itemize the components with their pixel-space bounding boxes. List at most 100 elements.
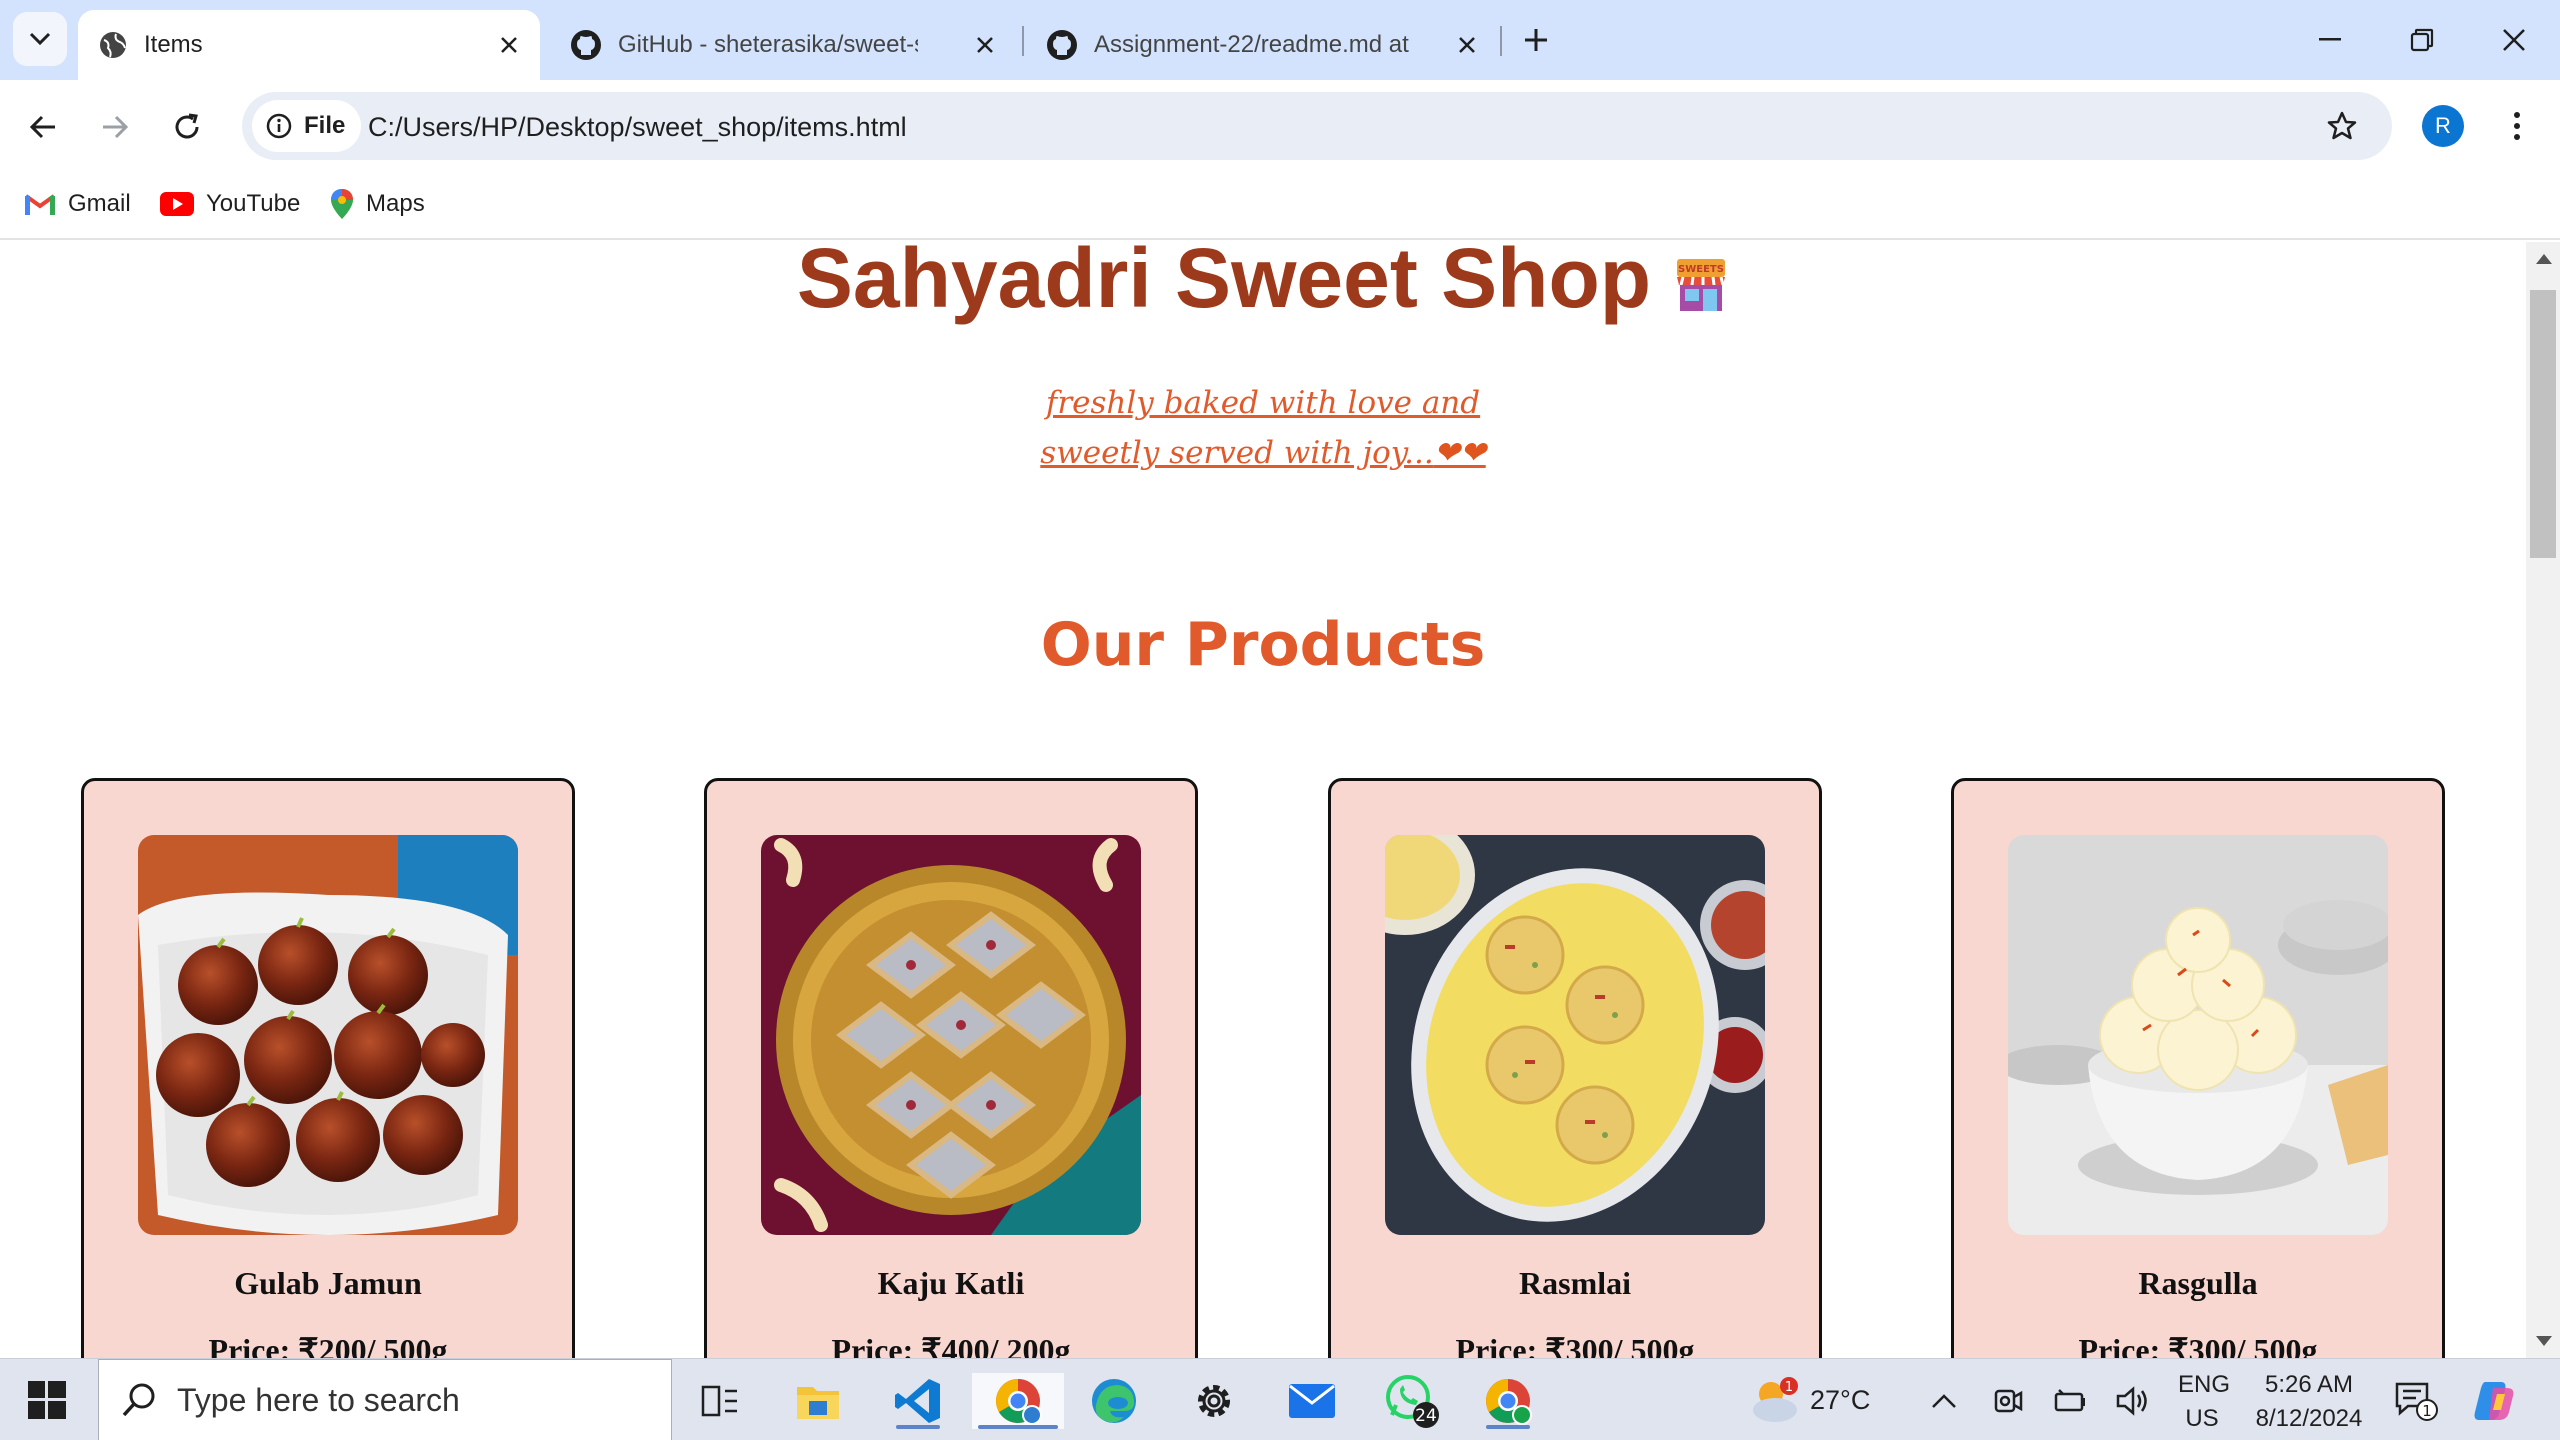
product-card: Rasmlai Price: ₹300/ 500g (1328, 778, 1822, 1358)
close-tab-button[interactable] (496, 32, 522, 58)
minimize-button[interactable] (2306, 16, 2354, 64)
scrollbar-thumb[interactable] (2530, 290, 2556, 558)
search-icon (122, 1383, 155, 1417)
reload-button[interactable] (164, 104, 210, 150)
folder-icon (797, 1387, 839, 1419)
github-icon (1047, 30, 1077, 60)
back-button[interactable] (20, 104, 66, 150)
tab-assignment-readme[interactable]: Assignment-22/readme.md at m (1026, 10, 1498, 80)
browser-menu-button[interactable] (2500, 104, 2534, 148)
page-scrollbar[interactable] (2526, 242, 2560, 1358)
temperature-label: 27°C (1810, 1385, 1871, 1415)
page-title-text: Sahyadri Sweet Shop (796, 242, 1652, 325)
scroll-up-arrow-icon[interactable] (2536, 254, 2552, 264)
chevron-down-icon (29, 32, 51, 46)
rasmalai-photo (1385, 835, 1765, 1235)
tab-separator (1500, 26, 1502, 56)
product-card: Kaju Katli Price: ₹400/ 200g (704, 778, 1198, 1358)
site-info-chip[interactable]: File (252, 100, 362, 152)
tab-github-sweet-shop[interactable]: GitHub - sheterasika/sweet-sho (550, 10, 1016, 80)
tab-items[interactable]: Items (78, 10, 540, 80)
show-hidden-icons-button[interactable] (1914, 1373, 1974, 1429)
product-name: Gulab Jamun (234, 1265, 422, 1301)
minimize-icon (2319, 38, 2341, 41)
rasgulla-photo (2008, 835, 2388, 1235)
restore-icon (2410, 28, 2434, 52)
restore-button[interactable] (2398, 16, 2446, 64)
file-explorer-button[interactable] (790, 1373, 846, 1429)
new-tab-button[interactable] (1516, 20, 1556, 60)
meet-now-button[interactable] (1978, 1373, 2038, 1429)
notification-count: 1 (2422, 1402, 2432, 1420)
notifications-button[interactable]: 1 (2386, 1373, 2446, 1429)
region-label[interactable]: US (2178, 1405, 2226, 1433)
product-name: Rasgulla (2138, 1265, 2258, 1301)
close-tab-button[interactable] (1454, 32, 1480, 58)
tagline: freshly baked with love and sweetly serv… (0, 378, 2526, 478)
gmail-icon (24, 193, 56, 215)
scroll-down-arrow-icon[interactable] (2536, 1336, 2552, 1346)
forward-button[interactable] (92, 104, 138, 150)
chrome-button[interactable] (972, 1373, 1064, 1429)
clock-date[interactable]: 8/12/2024 (2244, 1405, 2374, 1433)
tagline-line-1: freshly baked with love and (1045, 385, 1481, 421)
language-label[interactable]: ENG (2178, 1371, 2230, 1399)
weather-widget[interactable]: 1 (1746, 1373, 1802, 1429)
bookmark-maps[interactable]: Maps (330, 184, 425, 224)
product-price: Price: ₹200/ 500g (208, 1332, 448, 1358)
close-icon (1459, 37, 1475, 53)
windows-taskbar: Type here to search 24 1 27°C ENG US 5:2… (0, 1358, 2560, 1440)
product-name: Rasmlai (1519, 1265, 1631, 1301)
page-title: Sahyadri Sweet Shop SWEETS (0, 242, 2526, 333)
copilot-button[interactable] (2464, 1373, 2524, 1429)
taskbar-search[interactable]: Type here to search (98, 1359, 672, 1440)
youtube-icon (160, 192, 194, 216)
close-window-button[interactable] (2490, 16, 2538, 64)
battery-indicator[interactable] (2040, 1373, 2100, 1429)
more-vertical-icon (2514, 112, 2520, 140)
volume-button[interactable] (2102, 1373, 2162, 1429)
whatsapp-button[interactable]: 24 (1384, 1373, 1440, 1429)
chrome-icon (996, 1379, 1042, 1425)
vscode-button[interactable] (890, 1373, 946, 1429)
weather-badge: 1 (1785, 1380, 1793, 1395)
mail-button[interactable] (1284, 1373, 1340, 1429)
page-viewport: Sahyadri Sweet Shop SWEETS freshly baked… (0, 242, 2526, 1358)
search-placeholder: Type here to search (177, 1381, 460, 1418)
task-view-button[interactable] (692, 1373, 748, 1429)
heart-icon: ❤❤ (1433, 435, 1486, 471)
copilot-icon (2474, 1382, 2514, 1420)
product-price: Price: ₹400/ 200g (831, 1332, 1071, 1358)
close-icon (501, 37, 517, 53)
running-indicator (896, 1425, 940, 1429)
bookmark-star-button[interactable] (2322, 106, 2362, 146)
gear-icon (1198, 1385, 1230, 1417)
tab-title: GitHub - sheterasika/sweet-sho (618, 31, 918, 58)
task-view-icon (701, 1385, 737, 1417)
clock-time[interactable]: 5:26 AM (2244, 1371, 2374, 1399)
product-card: Rasgulla Price: ₹300/ 500g (1951, 778, 2445, 1358)
chrome-profile-button[interactable] (1480, 1373, 1536, 1429)
shop-icon-label: SWEETS (1678, 264, 1724, 275)
bookmark-gmail[interactable]: Gmail (24, 184, 131, 224)
tab-search-button[interactable] (13, 12, 67, 66)
mail-icon (1289, 1384, 1335, 1418)
whatsapp-badge: 24 (1415, 1406, 1437, 1426)
bookmark-label: YouTube (206, 190, 301, 217)
battery-icon (2054, 1389, 2085, 1412)
close-icon (2503, 29, 2525, 51)
start-button[interactable] (28, 1381, 66, 1419)
url-text[interactable]: C:/Users/HP/Desktop/sweet_shop/items.htm… (368, 112, 907, 143)
edge-icon (1092, 1379, 1136, 1423)
bookmark-youtube[interactable]: YouTube (160, 184, 300, 224)
chevron-up-icon (1932, 1394, 1956, 1408)
profile-avatar[interactable]: R (2422, 105, 2464, 147)
bookmark-label: Gmail (68, 190, 131, 217)
settings-button[interactable] (1186, 1373, 1242, 1429)
whatsapp-icon: 24 (1386, 1375, 1439, 1428)
edge-button[interactable] (1086, 1373, 1142, 1429)
product-card: Gulab Jamun Price: ₹200/ 500g (81, 778, 575, 1358)
close-tab-button[interactable] (972, 32, 998, 58)
address-bar[interactable]: File C:/Users/HP/Desktop/sweet_shop/item… (242, 92, 2392, 160)
tab-separator (1022, 26, 1024, 56)
